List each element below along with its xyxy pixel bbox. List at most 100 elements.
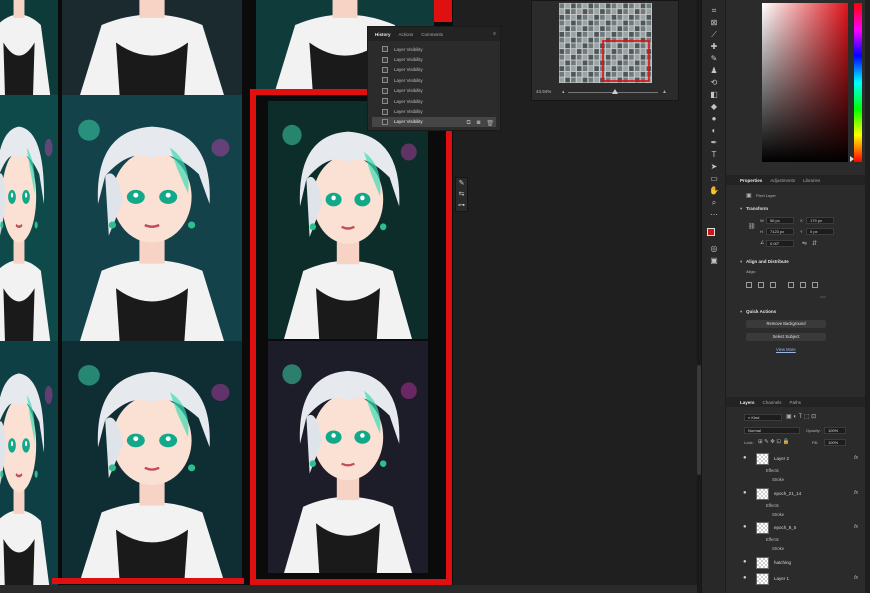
snapshot-camera-icon[interactable]: ◙ bbox=[477, 120, 481, 127]
tab-layers[interactable]: Layers bbox=[740, 400, 755, 405]
layer-fx-icon[interactable]: fx bbox=[854, 455, 858, 461]
zoom-tool-icon[interactable]: ⌕ bbox=[708, 198, 720, 208]
layer-kind-filter[interactable]: ⌕ Kind bbox=[744, 414, 782, 421]
brush-settings-icon[interactable]: ✎ bbox=[456, 178, 467, 189]
tab-history[interactable]: History bbox=[371, 32, 395, 37]
select-subject-button[interactable]: Select Subject bbox=[746, 333, 826, 341]
layer-row[interactable]: ● Layer 2 fx bbox=[740, 453, 862, 465]
layer-fx-icon[interactable]: fx bbox=[854, 490, 858, 496]
adjust-icon[interactable]: ⊶ bbox=[456, 200, 467, 211]
crop-tool-icon[interactable]: ⌗ bbox=[708, 6, 720, 16]
history-item[interactable]: Layer Visibility bbox=[372, 75, 496, 85]
clone-stamp-icon[interactable]: ♟ bbox=[708, 66, 720, 76]
align-top-icon[interactable] bbox=[788, 282, 794, 288]
filter-icons[interactable]: ▣ ◐ T ⬚ ⊡ bbox=[786, 413, 816, 420]
opacity-field[interactable]: 100% bbox=[824, 427, 846, 434]
clone-source-icon[interactable]: ⇆ bbox=[456, 189, 467, 200]
history-brush-icon[interactable]: ⟲ bbox=[708, 78, 720, 88]
layer-fx-icon[interactable]: fx bbox=[854, 524, 858, 530]
layer-effect-stroke[interactable]: Stroke bbox=[772, 546, 784, 551]
history-item[interactable]: Layer Visibility bbox=[372, 96, 496, 106]
layer-effects-label[interactable]: Effects bbox=[766, 537, 779, 542]
x-field[interactable]: 179 px bbox=[806, 217, 834, 224]
visibility-eye-icon[interactable]: ● bbox=[743, 559, 747, 565]
visibility-eye-icon[interactable]: ● bbox=[743, 524, 747, 530]
dodge-tool-icon[interactable]: ◐ bbox=[708, 126, 720, 136]
visibility-eye-icon[interactable]: ● bbox=[743, 455, 747, 461]
tab-comments[interactable]: Comments bbox=[417, 32, 447, 37]
zoom-in-mountain-icon[interactable]: ▲ bbox=[662, 89, 667, 95]
align-horizontal-center-icon[interactable] bbox=[758, 282, 764, 288]
align-vertical-center-icon[interactable] bbox=[800, 282, 806, 288]
remove-background-button[interactable]: Remove Background bbox=[746, 320, 826, 328]
align-left-icon[interactable] bbox=[746, 282, 752, 288]
frame-tool-icon[interactable]: ⊠ bbox=[708, 18, 720, 28]
layer-effects-label[interactable]: Effects bbox=[766, 468, 779, 473]
more-options-icon[interactable]: ⋯ bbox=[820, 294, 826, 301]
brush-tool-icon[interactable]: ✎ bbox=[708, 54, 720, 64]
eraser-tool-icon[interactable]: ◧ bbox=[708, 90, 720, 100]
healing-brush-icon[interactable]: ✚ bbox=[708, 42, 720, 52]
delete-trash-icon[interactable]: 🗑 bbox=[486, 120, 494, 127]
flip-vertical-icon[interactable]: ⇵ bbox=[812, 240, 817, 247]
align-bottom-icon[interactable] bbox=[812, 282, 818, 288]
layer-fx-icon[interactable]: fx bbox=[854, 575, 858, 581]
flip-horizontal-icon[interactable]: ⇋ bbox=[802, 240, 807, 247]
history-item[interactable]: Layer Visibility bbox=[372, 44, 496, 54]
link-proportions-icon[interactable]: ⛓ bbox=[748, 223, 756, 230]
paint-bucket-icon[interactable]: ◆ bbox=[708, 102, 720, 112]
lock-icons[interactable]: ⊞ ✎ ✥ ⊡ 🔒 bbox=[758, 439, 789, 445]
more-tools-icon[interactable]: ⋯ bbox=[708, 210, 720, 220]
hue-slider[interactable] bbox=[854, 3, 862, 162]
foreground-color-swatch[interactable] bbox=[707, 228, 715, 236]
layer-row[interactable]: ● epoch_21_14 fx bbox=[740, 488, 862, 500]
quick-actions-chevron-icon[interactable]: ▾ bbox=[740, 309, 742, 315]
eyedropper-tool-icon[interactable]: ⟋ bbox=[708, 30, 720, 40]
rectangle-tool-icon[interactable]: ▭ bbox=[708, 174, 720, 184]
zoom-out-mountain-icon[interactable]: ▴ bbox=[562, 89, 565, 95]
tab-actions[interactable]: Actions bbox=[395, 32, 418, 37]
layer-effects-label[interactable]: Effects bbox=[766, 503, 779, 508]
layer-row[interactable]: ● hatching bbox=[740, 557, 862, 569]
width-field[interactable]: 56 px bbox=[766, 217, 794, 224]
layer-effect-stroke[interactable]: Stroke bbox=[772, 477, 784, 482]
tab-libraries[interactable]: Libraries bbox=[803, 178, 820, 183]
layer-effect-stroke[interactable]: Stroke bbox=[772, 512, 784, 517]
navigator-thumbnail[interactable] bbox=[559, 3, 652, 83]
path-selection-icon[interactable]: ➤ bbox=[708, 162, 720, 172]
color-picker-field[interactable] bbox=[762, 3, 848, 162]
history-item[interactable]: Layer Visibility bbox=[372, 86, 496, 96]
angle-field[interactable]: 0.00° bbox=[766, 240, 794, 247]
align-right-icon[interactable] bbox=[770, 282, 776, 288]
blur-tool-icon[interactable]: ● bbox=[708, 114, 720, 124]
horizontal-scrollbar[interactable] bbox=[0, 585, 697, 593]
pen-tool-icon[interactable]: ✒ bbox=[708, 138, 720, 148]
panel-menu-icon[interactable]: ≡ bbox=[493, 31, 496, 37]
tab-adjustments[interactable]: Adjustments bbox=[770, 178, 795, 183]
quick-mask-icon[interactable]: ◎ bbox=[708, 244, 720, 254]
align-chevron-icon[interactable]: ▾ bbox=[740, 259, 742, 265]
layer-row[interactable]: ● Layer 1 fx bbox=[740, 573, 862, 585]
transform-chevron-icon[interactable]: ▾ bbox=[740, 206, 742, 212]
history-item[interactable]: Layer Visibility bbox=[372, 106, 496, 116]
new-document-from-state-icon[interactable]: ⧉ bbox=[466, 120, 470, 127]
tab-paths[interactable]: Paths bbox=[790, 400, 802, 405]
blend-mode-select[interactable]: Normal bbox=[744, 427, 800, 434]
visibility-eye-icon[interactable]: ● bbox=[743, 575, 747, 581]
type-tool-icon[interactable]: T bbox=[708, 150, 720, 160]
hue-slider-knob[interactable] bbox=[850, 156, 854, 162]
navigator-zoom-value[interactable]: 43.94% bbox=[536, 89, 551, 94]
screen-mode-icon[interactable]: ▣ bbox=[708, 256, 720, 266]
fill-field[interactable]: 100% bbox=[824, 439, 846, 446]
tab-channels[interactable]: Channels bbox=[763, 400, 782, 405]
history-item[interactable]: Layer Visibility bbox=[372, 65, 496, 75]
navigator-zoom-slider-knob[interactable] bbox=[612, 89, 618, 94]
tab-properties[interactable]: Properties bbox=[740, 178, 762, 183]
history-item[interactable]: Layer Visibility bbox=[372, 54, 496, 64]
y-field[interactable]: 0 px bbox=[806, 228, 834, 235]
visibility-eye-icon[interactable]: ● bbox=[743, 490, 747, 496]
view-more-link[interactable]: View More bbox=[776, 347, 796, 352]
hand-tool-icon[interactable]: ✋ bbox=[708, 186, 720, 196]
layer-row[interactable]: ● epoch_8_5 fx bbox=[740, 522, 862, 534]
height-field[interactable]: 7123 px bbox=[766, 228, 794, 235]
